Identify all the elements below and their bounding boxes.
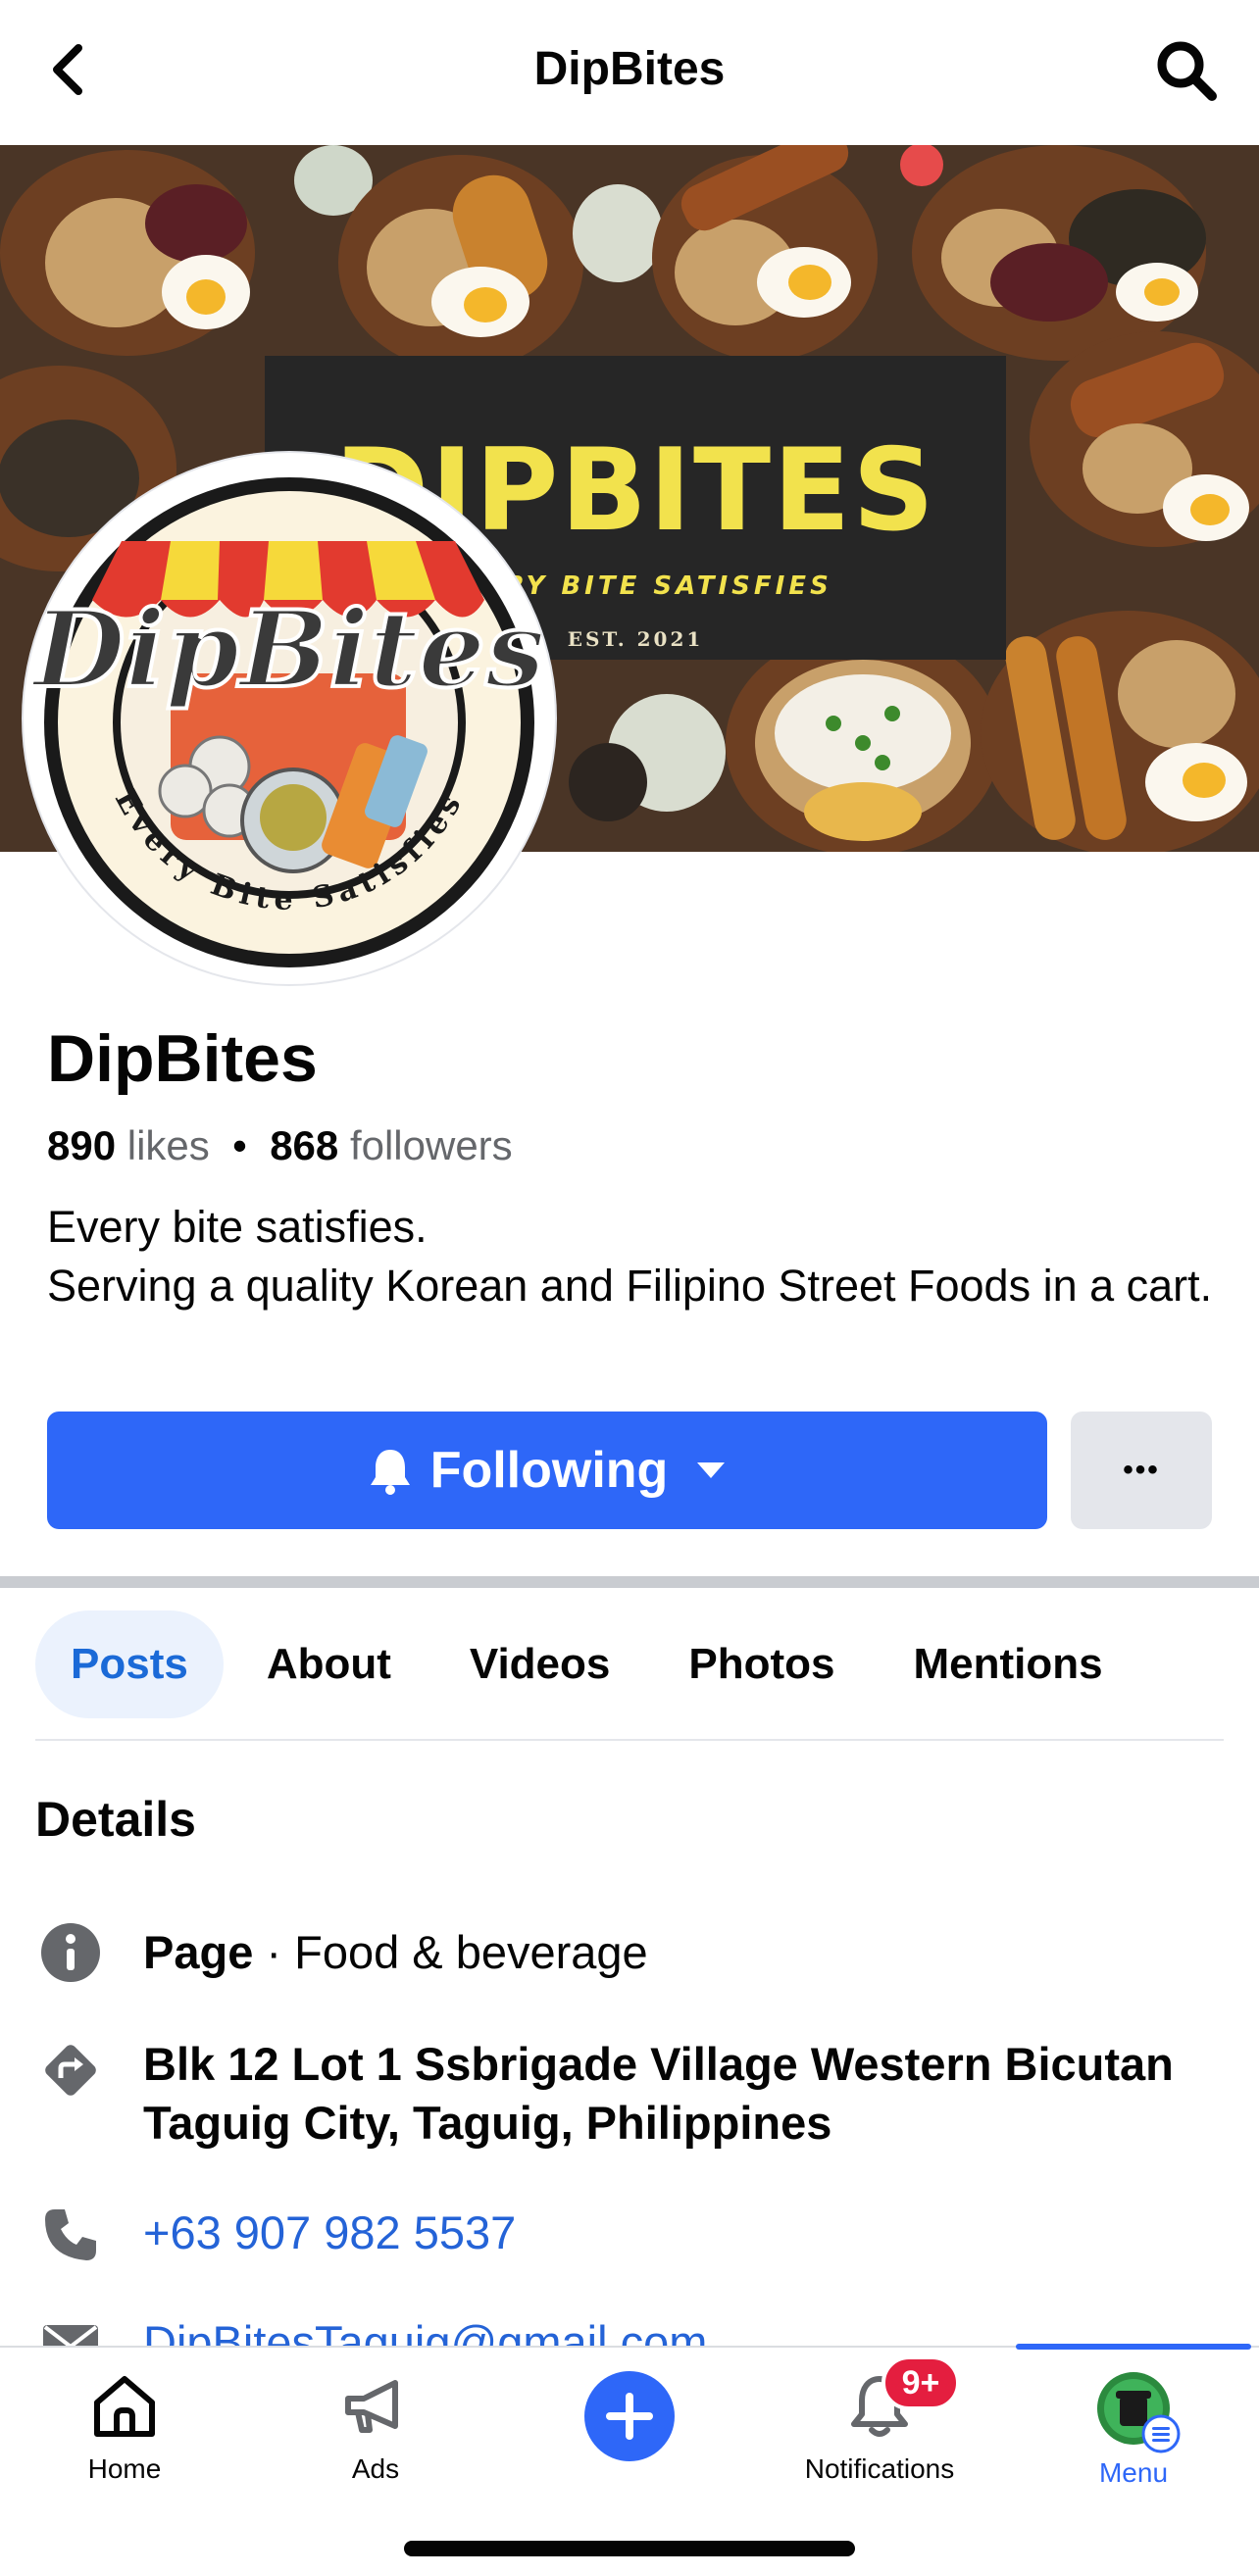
page-title: DipBites: [533, 43, 726, 95]
logo-wordmark: DipBites: [30, 588, 545, 712]
page-bio: Every bite satisfies. Serving a quality …: [47, 1198, 1224, 1315]
details-heading: Details: [35, 1792, 196, 1847]
more-options-button[interactable]: •••: [1071, 1412, 1212, 1529]
nav-menu[interactable]: Menu: [1016, 2371, 1251, 2491]
caret-down-icon: [697, 1462, 726, 1478]
info-icon: [35, 1917, 106, 1988]
home-indicator-bar[interactable]: [404, 2541, 855, 2556]
top-navigation-bar: DipBites: [0, 0, 1259, 145]
tab-videos[interactable]: Videos: [434, 1610, 645, 1718]
search-icon: [1157, 41, 1217, 101]
email-icon: [35, 2305, 106, 2346]
page-stats: 890 likes • 868 followers: [47, 1119, 513, 1172]
dipbites-logo-image: DipBites Every Bite Satisfies: [28, 462, 547, 975]
following-label: Following: [429, 1442, 669, 1499]
email-row[interactable]: DipBitesTaguig@gmail.com: [35, 2305, 707, 2346]
tab-mentions[interactable]: Mentions: [878, 1610, 1137, 1718]
notifications-badge: 9+: [881, 2355, 960, 2410]
bottom-navigation: Home Ads 9+ Notifications Menu: [0, 2344, 1259, 2576]
address-row[interactable]: Blk 12 Lot 1 Ssbrigade Village Western B…: [35, 2035, 1259, 2153]
directions-icon: [35, 2035, 106, 2105]
nav-notifications[interactable]: 9+ Notifications: [762, 2355, 997, 2487]
nav-menu-label: Menu: [1098, 2457, 1169, 2488]
phone-link[interactable]: +63 907 982 5537: [143, 2204, 516, 2262]
nav-ads[interactable]: Ads: [258, 2371, 493, 2487]
page-name: DipBites: [47, 1021, 318, 1096]
nav-ads-label: Ads: [351, 2453, 400, 2484]
megaphone-icon: [345, 2380, 398, 2433]
tab-about[interactable]: About: [231, 1610, 427, 1718]
phone-row[interactable]: +63 907 982 5537: [35, 2200, 516, 2270]
plus-icon: [584, 2371, 675, 2461]
email-link[interactable]: DipBitesTaguig@gmail.com: [143, 2313, 707, 2346]
category-label: Page: [143, 1926, 254, 1978]
address-text: Blk 12 Lot 1 Ssbrigade Village Western B…: [143, 2038, 1174, 2149]
section-divider: [0, 1576, 1259, 1588]
followers-label: followers: [349, 1122, 513, 1168]
category-row: Page · Food & beverage: [35, 1917, 1259, 1988]
menu-lines-icon: [1141, 2414, 1181, 2453]
tab-posts[interactable]: Posts: [35, 1610, 224, 1718]
tabs-divider: [35, 1739, 1224, 1741]
nav-home[interactable]: Home: [7, 2371, 242, 2487]
nav-create[interactable]: [512, 2369, 747, 2463]
nav-notifications-label: Notifications: [804, 2453, 955, 2484]
bio-line: Serving a quality Korean and Filipino St…: [47, 1261, 1213, 1311]
bell-icon: [370, 1450, 410, 1495]
search-button[interactable]: [1149, 33, 1224, 108]
followers-count: 868: [270, 1122, 339, 1168]
likes-label: likes: [126, 1122, 210, 1168]
following-button[interactable]: Following: [47, 1412, 1047, 1529]
profile-tabs: Posts About Videos Photos Mentions: [35, 1610, 1138, 1719]
likes-count: 890: [47, 1122, 117, 1168]
active-tab-indicator: [1016, 2344, 1251, 2350]
home-icon: [94, 2376, 155, 2437]
nav-home-label: Home: [87, 2453, 162, 2484]
more-options-icon: •••: [1123, 1454, 1160, 1486]
profile-picture[interactable]: DipBites Every Bite Satisfies: [24, 453, 555, 984]
bio-line: Every bite satisfies.: [47, 1202, 428, 1252]
tab-photos[interactable]: Photos: [653, 1610, 870, 1718]
category-value: · Food & beverage: [253, 1926, 648, 1978]
stats-separator: •: [232, 1122, 247, 1168]
phone-icon: [35, 2200, 106, 2270]
